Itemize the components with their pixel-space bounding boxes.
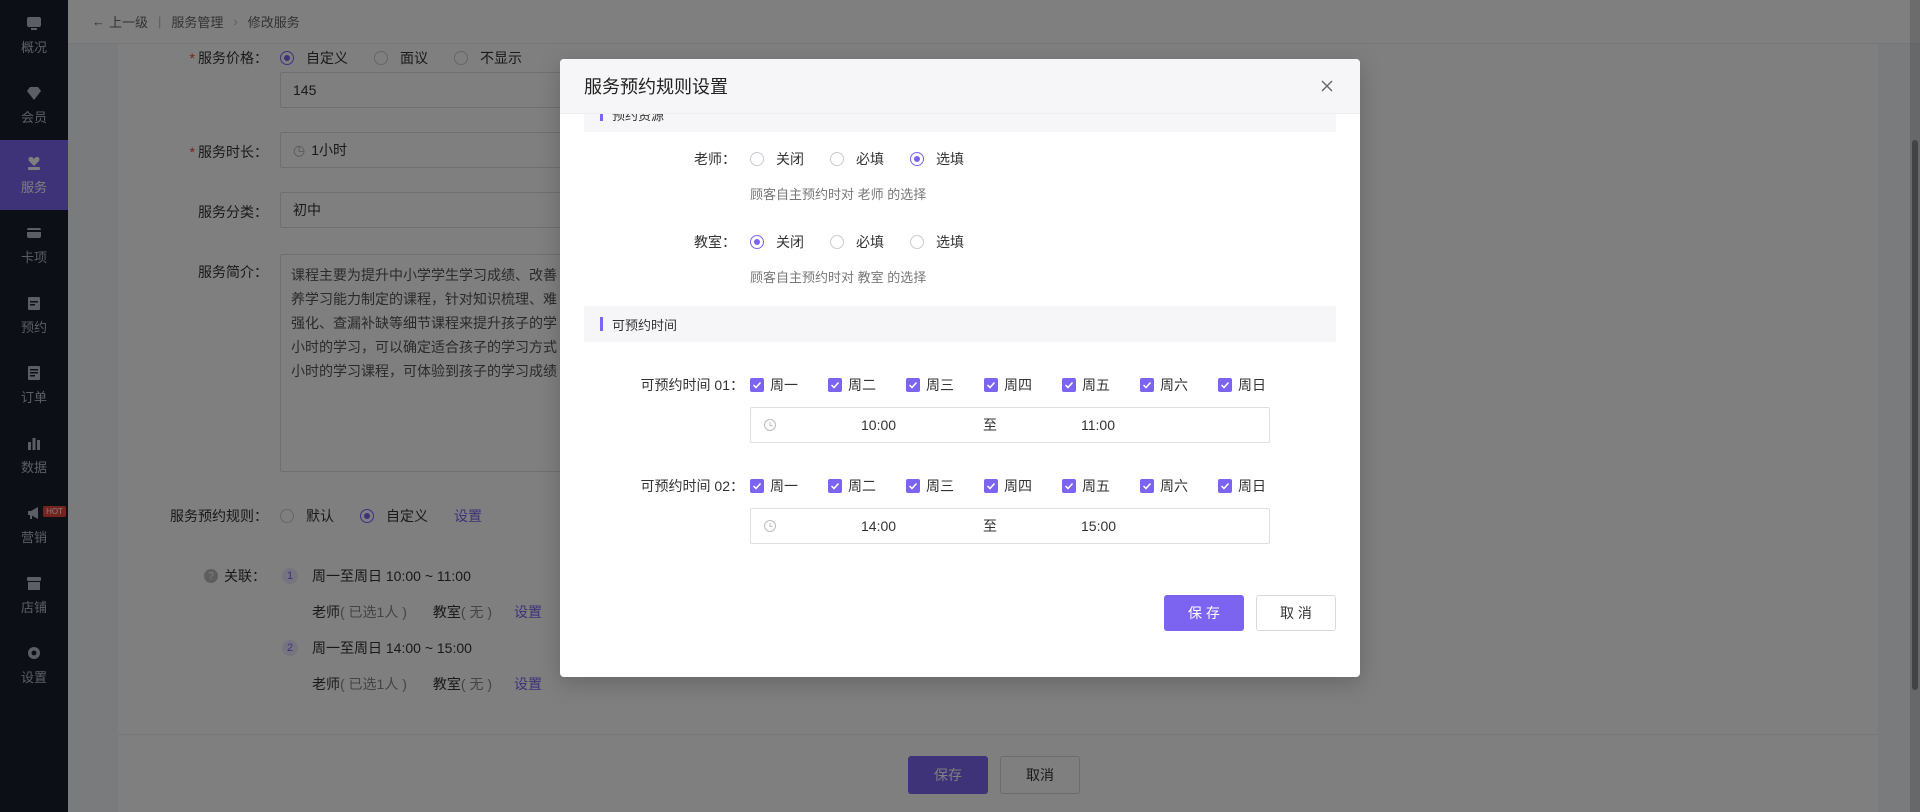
day-checkbox-fri[interactable]: 周五	[1062, 375, 1110, 395]
checkbox-checked-icon	[1140, 479, 1154, 493]
teacher-label: 老师：	[694, 151, 736, 167]
day-checkbox-tue[interactable]: 周二	[828, 476, 876, 496]
room-label: 教室：	[694, 234, 736, 250]
teacher-options: 关闭 必填 选填	[750, 149, 990, 169]
checkbox-checked-icon	[906, 479, 920, 493]
slot-days: 周一 周二 周三 周四 周五 周六 周日	[750, 476, 1296, 496]
modal-cancel-button[interactable]: 取 消	[1256, 595, 1336, 631]
teacher-option-required[interactable]: 必填	[830, 149, 884, 169]
checkbox-checked-icon	[1062, 378, 1076, 392]
day-checkbox-sun[interactable]: 周日	[1218, 375, 1266, 395]
section-header-time: 可预约时间	[584, 306, 1336, 342]
day-checkbox-thu[interactable]: 周四	[984, 375, 1032, 395]
section-header-resources: 预约资源	[584, 114, 1336, 132]
modal-body: 预约资源 老师： 关闭 必填 选填 顾客自主预约时对 老师 的选择 教室： 关闭…	[560, 114, 1360, 546]
radio-icon	[830, 152, 844, 166]
radio-selected-icon	[750, 235, 764, 249]
room-options: 关闭 必填 选填	[750, 232, 990, 252]
modal-header: 服务预约规则设置	[560, 59, 1360, 114]
page-scrollbar[interactable]	[1910, 0, 1920, 812]
range-separator: 至	[983, 417, 997, 433]
day-checkbox-wed[interactable]: 周三	[906, 375, 954, 395]
day-checkbox-sun[interactable]: 周日	[1218, 476, 1266, 496]
time-range-picker[interactable]: 10:00 至 11:00	[750, 407, 1270, 443]
day-checkbox-wed[interactable]: 周三	[906, 476, 954, 496]
checkbox-checked-icon	[1218, 479, 1232, 493]
modal-save-button[interactable]: 保 存	[1164, 595, 1244, 631]
day-checkbox-fri[interactable]: 周五	[1062, 476, 1110, 496]
clock-icon	[764, 419, 776, 431]
day-checkbox-sat[interactable]: 周六	[1140, 476, 1188, 496]
end-time[interactable]: 11:00	[1081, 417, 1115, 433]
day-checkbox-sat[interactable]: 周六	[1140, 375, 1188, 395]
close-icon[interactable]	[1318, 77, 1336, 95]
checkbox-checked-icon	[1218, 378, 1232, 392]
scrollbar-thumb[interactable]	[1912, 140, 1918, 690]
checkbox-checked-icon	[750, 479, 764, 493]
room-option-off[interactable]: 关闭	[750, 232, 804, 252]
clock-icon	[764, 520, 776, 532]
teacher-option-optional[interactable]: 选填	[910, 149, 964, 169]
checkbox-checked-icon	[828, 479, 842, 493]
end-time[interactable]: 15:00	[1081, 518, 1116, 534]
radio-icon	[830, 235, 844, 249]
day-checkbox-mon[interactable]: 周一	[750, 375, 798, 395]
modal-footer: 保 存 取 消	[560, 546, 1360, 677]
checkbox-checked-icon	[984, 479, 998, 493]
day-checkbox-thu[interactable]: 周四	[984, 476, 1032, 496]
radio-selected-icon	[910, 152, 924, 166]
day-checkbox-tue[interactable]: 周二	[828, 375, 876, 395]
range-separator: 至	[983, 518, 997, 534]
start-time[interactable]: 14:00	[861, 518, 896, 534]
teacher-hint: 顾客自主预约时对 老师 的选择	[750, 187, 927, 202]
start-time[interactable]: 10:00	[861, 417, 896, 433]
slot-label: 可预约时间 02：	[640, 478, 744, 494]
checkbox-checked-icon	[750, 378, 764, 392]
room-option-required[interactable]: 必填	[830, 232, 884, 252]
radio-icon	[750, 152, 764, 166]
checkbox-checked-icon	[984, 378, 998, 392]
slot-label: 可预约时间 01：	[640, 377, 744, 393]
modal-title: 服务预约规则设置	[584, 77, 728, 97]
checkbox-checked-icon	[828, 378, 842, 392]
radio-icon	[910, 235, 924, 249]
checkbox-checked-icon	[1062, 479, 1076, 493]
checkbox-checked-icon	[906, 378, 920, 392]
slot-days: 周一 周二 周三 周四 周五 周六 周日	[750, 375, 1296, 395]
day-checkbox-mon[interactable]: 周一	[750, 476, 798, 496]
room-hint: 顾客自主预约时对 教室 的选择	[750, 270, 927, 285]
booking-rule-modal: 服务预约规则设置 预约资源 老师： 关闭 必填 选填 顾客自主预约时对 老师 的…	[560, 59, 1360, 677]
room-option-optional[interactable]: 选填	[910, 232, 964, 252]
checkbox-checked-icon	[1140, 378, 1154, 392]
teacher-option-off[interactable]: 关闭	[750, 149, 804, 169]
time-range-picker[interactable]: 14:00 至 15:00	[750, 508, 1270, 544]
